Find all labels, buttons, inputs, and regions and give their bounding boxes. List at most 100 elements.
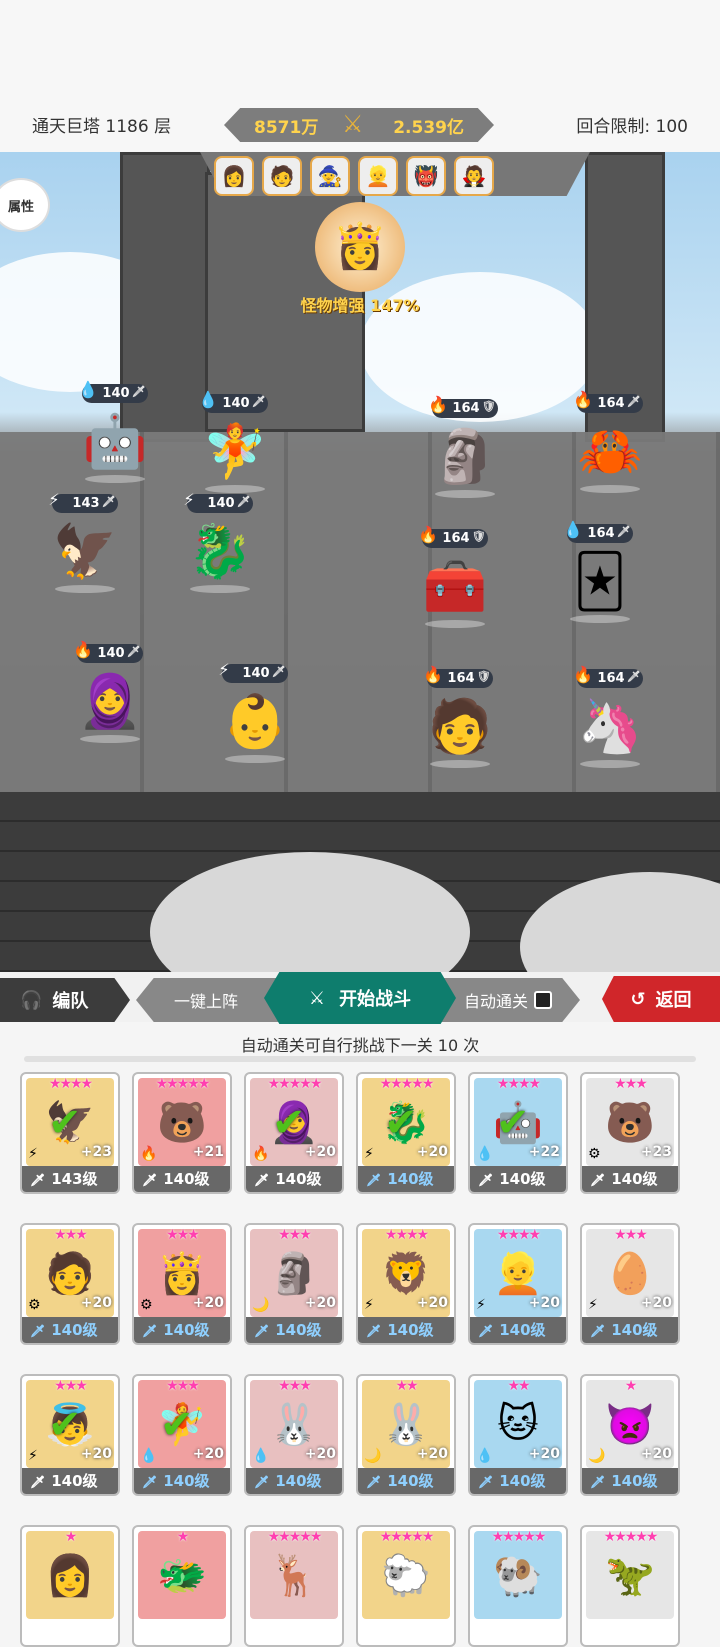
attribute-button[interactable]: 属性 <box>0 178 50 232</box>
battle-unit[interactable]: 🔥 164 🛡 🗿 <box>410 395 520 498</box>
hero-card[interactable]: 🗿 ★★★ 🌙 +20 🗡 140级 <box>244 1223 344 1345</box>
hero-card[interactable]: 👼 ★★★ ✔ ⚡ +20 🗡 140级 <box>20 1374 120 1496</box>
hero-card[interactable]: 🐲 ★ <box>132 1525 232 1647</box>
auto-label: 自动通关 <box>464 992 529 1011</box>
unit-sprite: 🦄 <box>577 697 643 757</box>
star-rating: ★★★ <box>614 1227 648 1243</box>
class-icon: 🗡 <box>142 1324 158 1338</box>
battle-unit[interactable]: 💧 164 🗡 🃏 <box>545 520 655 623</box>
unit-sprite: 🦅 <box>52 522 118 582</box>
unit-level-value: 164 <box>442 531 470 546</box>
hero-card[interactable]: 🐉 ★★★★★ ✔ ⚡ +20 🗡 140级 <box>356 1072 456 1194</box>
enhance-level: +20 <box>192 1295 224 1311</box>
star-rating: ★★★★★ <box>491 1529 547 1545</box>
star-rating: ★★★ <box>166 1378 200 1394</box>
element-icon: 🔥 <box>428 395 449 414</box>
hero-card[interactable]: 👸 ★★★ ⚙ +20 🗡 140级 <box>132 1223 232 1345</box>
power-compare: 8571万 ⚔ 2.539亿 <box>224 108 494 142</box>
unit-level: 🔥 164 🛡 <box>423 665 493 688</box>
unit-level-value: 140 <box>242 666 270 681</box>
battle-unit[interactable]: 🔥 164 🛡 🧰 <box>400 525 510 628</box>
auto-checkbox[interactable] <box>534 991 553 1009</box>
class-icon: 🗡 <box>30 1324 46 1338</box>
class-icon: 🗡 <box>254 1475 270 1489</box>
battle-unit[interactable]: ⚡ 140 🗡 👶 <box>200 660 310 763</box>
unit-level-value: 140 <box>102 386 130 401</box>
hero-level: 🗡 140级 <box>582 1166 678 1192</box>
auto-clear-toggle[interactable]: 自动通关 <box>464 988 553 1012</box>
back-button[interactable]: ↺ 返回 <box>602 976 720 1022</box>
hero-card[interactable]: 🐰 ★★★ 💧 +20 🗡 140级 <box>244 1374 344 1496</box>
hero-card[interactable]: 🥚 ★★★ ⚡ +20 🗡 140级 <box>580 1223 680 1345</box>
hero-card[interactable]: 🦅 ★★★★ ✔ ⚡ +23 🗡 143级 <box>20 1072 120 1194</box>
battle-unit[interactable]: ⚡ 143 🗡 🦅 <box>30 490 140 593</box>
hero-card[interactable]: 🤖 ★★★★ ✔ 💧 +22 🗡 140级 <box>468 1072 568 1194</box>
crossed-swords-icon: ⚔ <box>342 110 364 138</box>
element-icon: 🔥 <box>573 390 594 409</box>
star-rating: ★ <box>176 1529 190 1545</box>
top-bar: 通天巨塔 1186 层 8571万 ⚔ 2.539亿 回合限制: 100 <box>0 0 720 152</box>
hero-card[interactable]: 🧕 ★★★★★ ✔ 🔥 +20 🗡 140级 <box>244 1072 344 1194</box>
hero-level: 🗡 140级 <box>582 1468 678 1494</box>
class-icon: 🗡 <box>590 1475 606 1489</box>
hero-level: 🗡 140级 <box>470 1317 566 1343</box>
class-icon: 🗡 <box>30 1173 46 1187</box>
element-icon: 🔥 <box>140 1146 158 1162</box>
enhance-level: +20 <box>304 1144 336 1160</box>
battle-unit[interactable]: 🔥 164 🗡 🦀 <box>555 390 665 493</box>
hero-card[interactable]: 🐑 ★★★★★ <box>356 1525 456 1647</box>
hero-level-value: 140级 <box>499 1321 546 1339</box>
tower-floor: 通天巨塔 1186 层 <box>32 117 172 137</box>
star-rating: ★★★★ <box>48 1076 93 1092</box>
hero-card[interactable]: 👱 ★★★★ ⚡ +20 🗡 140级 <box>468 1223 568 1345</box>
enhance-level: +20 <box>304 1295 336 1311</box>
enhance-level: +20 <box>80 1295 112 1311</box>
class-icon: 🗡 <box>590 1324 606 1338</box>
enhance-level: +20 <box>528 1295 560 1311</box>
star-rating: ★★★★ <box>496 1227 541 1243</box>
hero-card[interactable]: 🐻 ★★★ ⚙ +23 🗡 140级 <box>580 1072 680 1194</box>
shield-icon: 🛡 <box>476 670 491 683</box>
unit-sprite: 🃏 <box>573 552 627 612</box>
enhance-level: +20 <box>528 1446 560 1462</box>
element-icon: 💧 <box>198 390 219 409</box>
hero-card[interactable]: 👩 ★ <box>20 1525 120 1647</box>
portrait-icon: 👩 <box>214 156 254 196</box>
enhance-level: +20 <box>416 1144 448 1160</box>
element-icon: 💧 <box>476 1146 494 1162</box>
enemy-power: 2.539亿 <box>393 118 464 138</box>
star-rating: ★★★★★ <box>603 1529 659 1545</box>
hero-card[interactable]: 🦌 ★★★★★ <box>244 1525 344 1647</box>
element-icon: ⚡ <box>28 1146 38 1162</box>
battle-unit[interactable]: 💧 140 🗡 🧚 <box>180 390 290 493</box>
unit-level: 🔥 164 🗡 <box>573 390 643 413</box>
hero-card[interactable]: 🐱 ★★ 💧 +20 🗡 140级 <box>468 1374 568 1496</box>
element-icon: 🌙 <box>364 1448 382 1464</box>
hero-card[interactable]: 🦁 ★★★★ ⚡ +20 🗡 140级 <box>356 1223 456 1345</box>
hero-card[interactable]: 🐻 ★★★★★ 🔥 +21 🗡 140级 <box>132 1072 232 1194</box>
battle-unit[interactable]: 🔥 140 🗡 🧕 <box>55 640 165 743</box>
unit-sprite: 🧰 <box>422 557 488 617</box>
element-icon: 💧 <box>252 1448 270 1464</box>
battle-unit[interactable]: 🔥 164 🛡 🧑 <box>405 665 515 768</box>
hero-card[interactable]: 👿 ★ 🌙 +20 🗡 140级 <box>580 1374 680 1496</box>
hero-card[interactable]: 🐏 ★★★★★ <box>468 1525 568 1647</box>
hero-card[interactable]: 🧚 ★★★ ✔ 💧 +20 🗡 140级 <box>132 1374 232 1496</box>
battle-unit[interactable]: 💧 140 🗡 🤖 <box>60 380 170 483</box>
class-icon: 🗡 <box>142 1475 158 1489</box>
element-icon: ⚡ <box>476 1297 486 1313</box>
start-battle-button[interactable]: ⚔ 开始战斗 <box>264 972 456 1024</box>
battle-unit[interactable]: ⚡ 140 🗡 🐉 <box>165 490 275 593</box>
hero-card[interactable]: 🦖 ★★★★★ <box>580 1525 680 1647</box>
star-rating: ★★★ <box>166 1227 200 1243</box>
unit-sprite: 🧚 <box>202 422 268 482</box>
hero-level-value: 140级 <box>611 1472 658 1490</box>
shield-icon: 🛡 <box>471 530 486 543</box>
hero-card[interactable]: 🐰 ★★ 🌙 +20 🗡 140级 <box>356 1374 456 1496</box>
element-icon: 🔥 <box>423 665 444 684</box>
star-rating: ★★★ <box>54 1378 88 1394</box>
hero-card[interactable]: 🧑 ★★★ ⚙ +20 🗡 140级 <box>20 1223 120 1345</box>
battle-unit[interactable]: 🔥 164 🗡 🦄 <box>555 665 665 768</box>
quick-deploy-button[interactable]: 一键上阵 <box>174 988 238 1012</box>
team-button[interactable]: 🎧 编队 <box>0 978 130 1022</box>
